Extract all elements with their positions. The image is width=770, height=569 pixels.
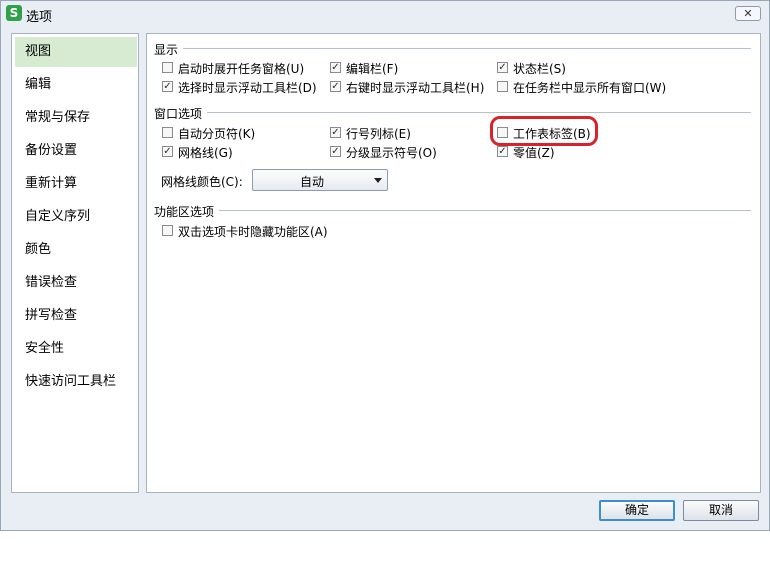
option-label: 在任务栏中显示所有窗口(W) bbox=[513, 81, 667, 95]
checkbox-checked[interactable]: ✓ bbox=[330, 127, 341, 138]
option-label: 选择时显示浮动工具栏(D) bbox=[178, 81, 317, 95]
app-logo-icon: S bbox=[6, 5, 22, 21]
window-title: 选项 bbox=[26, 10, 53, 25]
checkbox-checked[interactable]: ✓ bbox=[497, 62, 508, 73]
gridline-color-label: 网格线颜色(C): bbox=[161, 175, 243, 189]
sidebar-item-general-save[interactable]: 常规与保存 bbox=[15, 103, 137, 133]
options-dialog: S 选项 ✕ 视图 编辑 常规与保存 备份设置 重新计算 自定义序列 颜色 错误… bbox=[0, 0, 770, 531]
close-button[interactable]: ✕ bbox=[735, 6, 761, 21]
sidebar-item-quick-access-toolbar[interactable]: 快速访问工具栏 bbox=[15, 367, 137, 397]
ok-button[interactable]: 确定 bbox=[599, 500, 675, 521]
checkbox-checked[interactable]: ✓ bbox=[162, 146, 173, 157]
checkbox-checked[interactable]: ✓ bbox=[497, 146, 508, 157]
cancel-button[interactable]: 取消 bbox=[683, 500, 759, 521]
option-label: 自动分页符(K) bbox=[178, 127, 256, 141]
dropdown-value: 自动 bbox=[299, 175, 324, 189]
checkbox[interactable] bbox=[497, 81, 508, 92]
checkbox[interactable] bbox=[162, 127, 173, 138]
section-title-ribbon-options: 功能区选项 bbox=[154, 205, 215, 219]
option-label: 分级显示符号(O) bbox=[346, 146, 437, 160]
sidebar-item-color[interactable]: 颜色 bbox=[15, 235, 137, 265]
option-label: 状态栏(S) bbox=[513, 62, 566, 76]
gridline-color-dropdown[interactable]: 自动 bbox=[252, 169, 388, 191]
option-label: 编辑栏(F) bbox=[346, 62, 399, 76]
option-label: 零值(Z) bbox=[513, 146, 555, 160]
sidebar-item-spell-check[interactable]: 拼写检查 bbox=[15, 301, 137, 331]
checkbox[interactable] bbox=[162, 225, 173, 236]
sidebar-item-security[interactable]: 安全性 bbox=[15, 334, 137, 364]
title-bar: S 选项 ✕ bbox=[1, 1, 769, 29]
checkbox-checked[interactable]: ✓ bbox=[330, 81, 341, 92]
checkbox-checked[interactable]: ✓ bbox=[162, 81, 173, 92]
section-divider bbox=[183, 48, 751, 49]
option-label: 双击选项卡时隐藏功能区(A) bbox=[178, 225, 328, 239]
option-label: 启动时展开任务窗格(U) bbox=[178, 62, 305, 76]
checkbox-checked[interactable]: ✓ bbox=[330, 62, 341, 73]
sidebar-item-view[interactable]: 视图 bbox=[15, 37, 137, 67]
sidebar-item-edit[interactable]: 编辑 bbox=[15, 70, 137, 100]
sidebar-item-recalculate[interactable]: 重新计算 bbox=[15, 169, 137, 199]
option-label: 右键时显示浮动工具栏(H) bbox=[346, 81, 485, 95]
section-divider bbox=[219, 210, 751, 211]
option-label: 网格线(G) bbox=[178, 146, 233, 160]
section-divider bbox=[207, 112, 751, 113]
section-title-window-options: 窗口选项 bbox=[154, 107, 203, 121]
sidebar-item-backup[interactable]: 备份设置 bbox=[15, 136, 137, 166]
annotation-highlight-ring bbox=[490, 116, 598, 146]
sidebar-item-error-check[interactable]: 错误检查 bbox=[15, 268, 137, 298]
checkbox[interactable] bbox=[162, 62, 173, 73]
chevron-down-icon bbox=[374, 178, 382, 183]
checkbox-checked[interactable]: ✓ bbox=[330, 146, 341, 157]
options-sidebar: 视图 编辑 常规与保存 备份设置 重新计算 自定义序列 颜色 错误检查 拼写检查… bbox=[11, 33, 139, 493]
sidebar-item-custom-lists[interactable]: 自定义序列 bbox=[15, 202, 137, 232]
view-settings-panel: 显示 启动时展开任务窗格(U) ✓ 编辑栏(F) ✓ 状态栏(S) ✓ 选择时显… bbox=[146, 33, 761, 493]
section-title-display: 显示 bbox=[154, 43, 179, 57]
option-label: 行号列标(E) bbox=[346, 127, 411, 141]
